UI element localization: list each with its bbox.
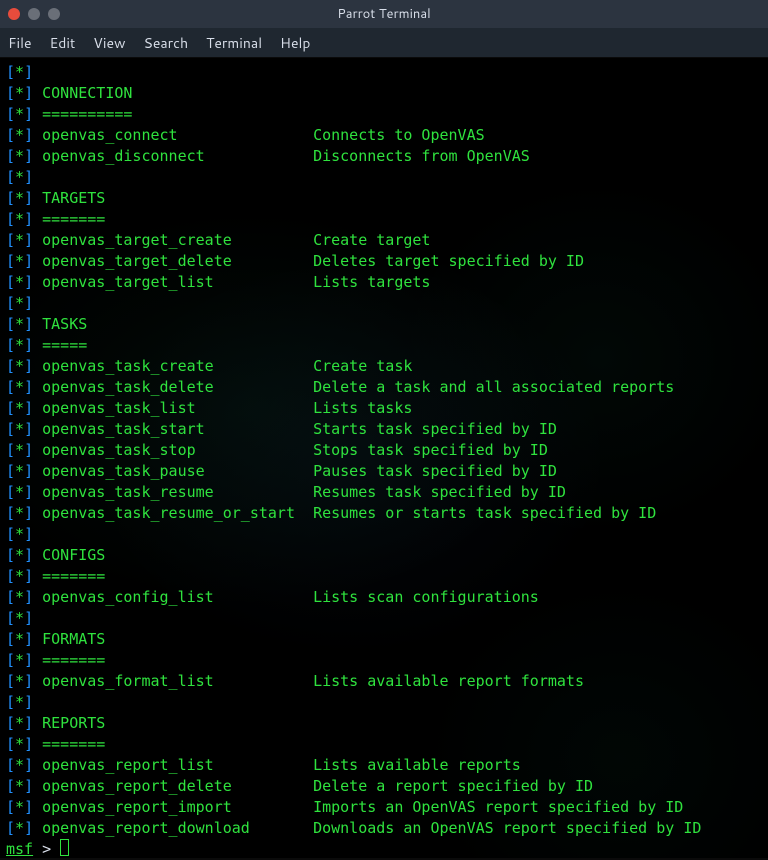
output-line: [*] — [6, 524, 762, 545]
output-line: [*] REPORTS — [6, 713, 762, 734]
menu-terminal[interactable]: Terminal — [206, 33, 262, 53]
menu-edit[interactable]: Edit — [50, 33, 76, 53]
output-line: [*] ======= — [6, 734, 762, 755]
cmd-openvas-format-list: openvas_format_list — [42, 672, 214, 690]
cmd-openvas-task-resume-or-start: openvas_task_resume_or_start — [42, 504, 295, 522]
cmd-openvas-target-delete: openvas_target_delete — [42, 252, 232, 270]
cmd-openvas-report-list: openvas_report_list — [42, 756, 214, 774]
cmd-openvas-disconnect: openvas_disconnect — [42, 147, 205, 165]
menu-help[interactable]: Help — [280, 33, 310, 53]
menu-file[interactable]: File — [8, 33, 32, 53]
menu-search[interactable]: Search — [144, 33, 189, 53]
terminal-viewport[interactable]: [*][*] CONNECTION[*] ==========[*] openv… — [0, 58, 768, 858]
output-line: [*] openvas_target_delete Deletes target… — [6, 251, 762, 272]
output-line: [*] — [6, 293, 762, 314]
cmd-openvas-target-create: openvas_target_create — [42, 231, 232, 249]
cmd-openvas-task-create: openvas_task_create — [42, 357, 214, 375]
output-line: [*] openvas_report_download Downloads an… — [6, 818, 762, 839]
output-line: [*] ===== — [6, 335, 762, 356]
cursor-icon — [60, 839, 69, 856]
output-line: [*] openvas_report_import Imports an Ope… — [6, 797, 762, 818]
window-controls — [8, 8, 60, 20]
output-line: [*] openvas_task_resume_or_start Resumes… — [6, 503, 762, 524]
output-line: [*] ========== — [6, 104, 762, 125]
cmd-openvas-task-resume: openvas_task_resume — [42, 483, 214, 501]
output-line: [*] — [6, 62, 762, 83]
output-line: [*] openvas_task_stop Stops task specifi… — [6, 440, 762, 461]
cmd-openvas-task-list: openvas_task_list — [42, 399, 196, 417]
prompt-label: msf — [6, 840, 33, 858]
section-tasks: TASKS — [42, 315, 87, 333]
cmd-openvas-report-delete: openvas_report_delete — [42, 777, 232, 795]
menubar: File Edit View Search Terminal Help — [0, 28, 768, 58]
output-line: [*] openvas_format_list Lists available … — [6, 671, 762, 692]
output-line: [*] openvas_task_start Starts task speci… — [6, 419, 762, 440]
cmd-openvas-report-download: openvas_report_download — [42, 819, 250, 837]
section-connection: CONNECTION — [42, 84, 132, 102]
cmd-openvas-task-start: openvas_task_start — [42, 420, 205, 438]
output-line: [*] openvas_target_list Lists targets — [6, 272, 762, 293]
output-line: [*] openvas_task_create Create task — [6, 356, 762, 377]
output-line: [*] — [6, 167, 762, 188]
terminal-window: Parrot Terminal File Edit View Search Te… — [0, 0, 768, 858]
terminal-output[interactable]: [*][*] CONNECTION[*] ==========[*] openv… — [0, 58, 768, 858]
minimize-icon[interactable] — [28, 8, 40, 20]
output-line: [*] CONFIGS — [6, 545, 762, 566]
prompt-symbol: > — [33, 840, 60, 858]
cmd-openvas-task-pause: openvas_task_pause — [42, 462, 205, 480]
output-line: [*] openvas_target_create Create target — [6, 230, 762, 251]
section-reports: REPORTS — [42, 714, 105, 732]
cmd-openvas-task-delete: openvas_task_delete — [42, 378, 214, 396]
output-line: [*] openvas_connect Connects to OpenVAS — [6, 125, 762, 146]
output-line: [*] CONNECTION — [6, 83, 762, 104]
output-line: [*] TARGETS — [6, 188, 762, 209]
output-line: [*] openvas_task_delete Delete a task an… — [6, 377, 762, 398]
output-line: [*] openvas_task_pause Pauses task speci… — [6, 461, 762, 482]
close-icon[interactable] — [8, 8, 20, 20]
output-line: [*] — [6, 608, 762, 629]
cmd-openvas-target-list: openvas_target_list — [42, 273, 214, 291]
output-line: [*] openvas_config_list Lists scan confi… — [6, 587, 762, 608]
output-line: [*] ======= — [6, 566, 762, 587]
output-line: [*] — [6, 692, 762, 713]
output-line: [*] openvas_task_resume Resumes task spe… — [6, 482, 762, 503]
section-formats: FORMATS — [42, 630, 105, 648]
output-line: [*] openvas_task_list Lists tasks — [6, 398, 762, 419]
output-line: [*] ======= — [6, 650, 762, 671]
output-line: [*] openvas_report_list Lists available … — [6, 755, 762, 776]
section-targets: TARGETS — [42, 189, 105, 207]
titlebar[interactable]: Parrot Terminal — [0, 0, 768, 28]
output-line: [*] TASKS — [6, 314, 762, 335]
cmd-openvas-task-stop: openvas_task_stop — [42, 441, 196, 459]
maximize-icon[interactable] — [48, 8, 60, 20]
prompt-line[interactable]: msf > — [6, 839, 762, 860]
output-line: [*] openvas_report_delete Delete a repor… — [6, 776, 762, 797]
cmd-openvas-report-import: openvas_report_import — [42, 798, 232, 816]
cmd-openvas-connect: openvas_connect — [42, 126, 177, 144]
section-configs: CONFIGS — [42, 546, 105, 564]
output-line: [*] ======= — [6, 209, 762, 230]
output-line: [*] FORMATS — [6, 629, 762, 650]
output-line: [*] openvas_disconnect Disconnects from … — [6, 146, 762, 167]
cmd-openvas-config-list: openvas_config_list — [42, 588, 214, 606]
window-title: Parrot Terminal — [337, 5, 431, 23]
menu-view[interactable]: View — [93, 33, 125, 53]
